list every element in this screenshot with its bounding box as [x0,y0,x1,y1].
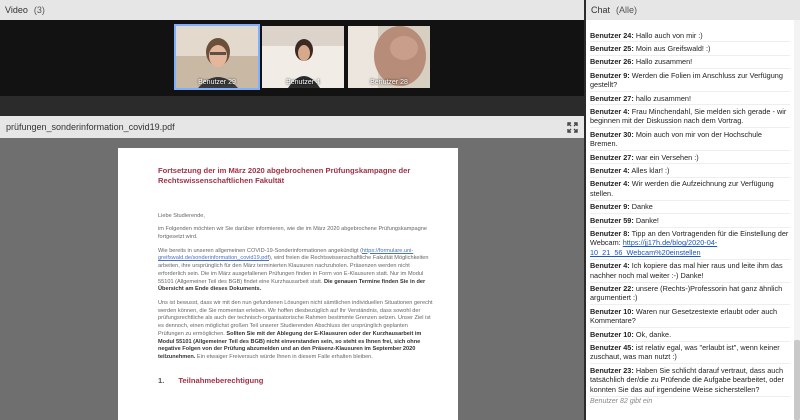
chat-scope[interactable]: (Alle) [616,5,637,15]
chat-sender: Benutzer 23: [590,365,634,375]
video-panel: Video (3) Benutzer 29 Benutzer 4 Benutze… [0,0,584,96]
chat-sender: Benutzer 27: [590,152,634,162]
chat-title: Chat [591,5,611,15]
video-count: (3) [33,5,45,15]
panel-splitter[interactable] [0,96,584,116]
chat-message: Benutzer 27: hallo zusammen! [590,92,790,106]
document-section-heading: 1. Teilnahmeberechtigung [158,375,264,385]
video-tile-name: Benutzer 4 [286,79,320,86]
video-tile-name: Benutzer 29 [198,79,236,86]
video-tile-user-28[interactable]: Benutzer 28 [348,26,430,88]
chat-text: Ok, danke. [633,329,672,339]
pdf-page: Fortsetzung der im März 2020 abgebrochen… [118,148,458,420]
document-filename: prüfungen_sonderinformation_covid19.pdf [6,122,175,132]
video-title: Video [5,5,28,15]
video-tile-name: Benutzer 28 [370,79,408,86]
fullscreen-icon[interactable] [566,121,578,133]
chat-message: Benutzer 9: Danke [590,201,790,215]
document-greeting: Liebe Studierende, [158,212,205,219]
chat-message: Benutzer 24: Hallo auch von mir :) [590,29,790,43]
typing-indicator: Benutzer 82 gibt ein [590,397,653,405]
chat-panel: Chat (Alle) Benutzer 24: Hallo auch von … [586,0,800,420]
document-viewer[interactable]: Fortsetzung der im März 2020 abgebrochen… [0,138,584,420]
chat-message: Benutzer 10: Waren nur Gesetzestexte erl… [590,305,790,329]
chat-message: Benutzer 25: Moin aus Greifswald! :) [590,42,790,56]
chat-message: Benutzer 8: Tipp an den Vortragenden für… [590,228,790,260]
chat-text: Danke! [633,215,659,225]
chat-message: Benutzer 45: ist relativ egal, was "erla… [590,342,790,365]
chat-text: Danke [629,202,653,212]
chat-message: Benutzer 4: Wir werden die Aufzeichnung … [590,178,790,201]
chat-message: Benutzer 10: Ok, danke. [590,328,790,342]
chat-message: Benutzer 4: Alles klar! :) [590,164,790,178]
document-paragraph: im Folgenden möchten wir Sie darüber inf… [158,226,427,240]
chat-text: Alles klar! :) [629,165,670,175]
chat-sender: Benutzer 4: [590,165,630,175]
chat-text: Hallo auch von mir :) [633,30,703,40]
chat-text: war ein Versehen :) [633,152,699,162]
document-header: prüfungen_sonderinformation_covid19.pdf [0,116,584,138]
chat-sender: Benutzer 24: [590,30,634,40]
video-header: Video (3) [0,0,584,20]
chat-sender: Benutzer 27: [590,93,634,103]
chat-sender: Benutzer 22: [590,284,634,294]
chat-sender: Benutzer 4: [590,261,630,271]
chat-message: Benutzer 4: Ich kopiere das mal hier rau… [590,260,790,283]
chat-text: Moin aus Greifswald! :) [633,43,711,53]
chat-sender: Benutzer 9: [590,202,630,212]
chat-sender: Benutzer 45: [590,343,634,353]
video-tile-user-4[interactable]: Benutzer 4 [262,26,344,88]
chat-message: Benutzer 22: unsere (Rechts-)Professorin… [590,283,790,306]
chat-sender: Benutzer 26: [590,57,634,67]
document-paragraph: Uns ist bewusst, dass wir mit den nun ge… [158,299,433,360]
chat-scrollbar[interactable] [794,20,800,420]
document-title: Fortsetzung der im März 2020 abgebrochen… [158,166,411,186]
video-tile-user-29[interactable]: Benutzer 29 [174,24,260,90]
document-paragraph: Wie bereits in unseren allgemeinen COVID… [158,247,429,293]
chat-message: Benutzer 23: Haben Sie schlicht darauf v… [590,364,790,397]
chat-message: Benutzer 27: war ein Versehen :) [590,151,790,165]
chat-sender: Benutzer 8: [590,229,630,238]
chat-message: Benutzer 59: Danke! [590,214,790,228]
chat-sender: Benutzer 9: [590,70,630,80]
chat-scroll-thumb[interactable] [794,340,800,420]
chat-sender: Benutzer 4: [590,179,630,189]
chat-text: Hallo zusammen! [633,57,693,67]
chat-message: Benutzer 4: Frau Minchendahl, Sie melden… [590,105,790,129]
chat-sender: Benutzer 25: [590,43,634,53]
document-panel: prüfungen_sonderinformation_covid19.pdf … [0,116,584,420]
chat-message: Benutzer 26: Hallo zusammen! [590,56,790,70]
chat-text: hallo zusammen! [633,93,691,103]
chat-message-list[interactable]: Benutzer 24: Hallo auch von mir :) Benutz… [586,20,794,420]
chat-sender: Benutzer 30: [590,129,634,139]
chat-message: Benutzer 9: Werden die Folien im Anschlu… [590,69,790,93]
chat-sender: Benutzer 4: [590,106,630,116]
video-strip: Benutzer 29 Benutzer 4 Benutzer 28 [0,20,584,96]
chat-message: Benutzer 30: Moin auch von mir von der H… [590,128,790,152]
chat-sender: Benutzer 10: [590,329,634,339]
chat-header: Chat (Alle) [586,0,800,20]
chat-sender: Benutzer 59: [590,215,634,225]
chat-sender: Benutzer 10: [590,306,634,316]
